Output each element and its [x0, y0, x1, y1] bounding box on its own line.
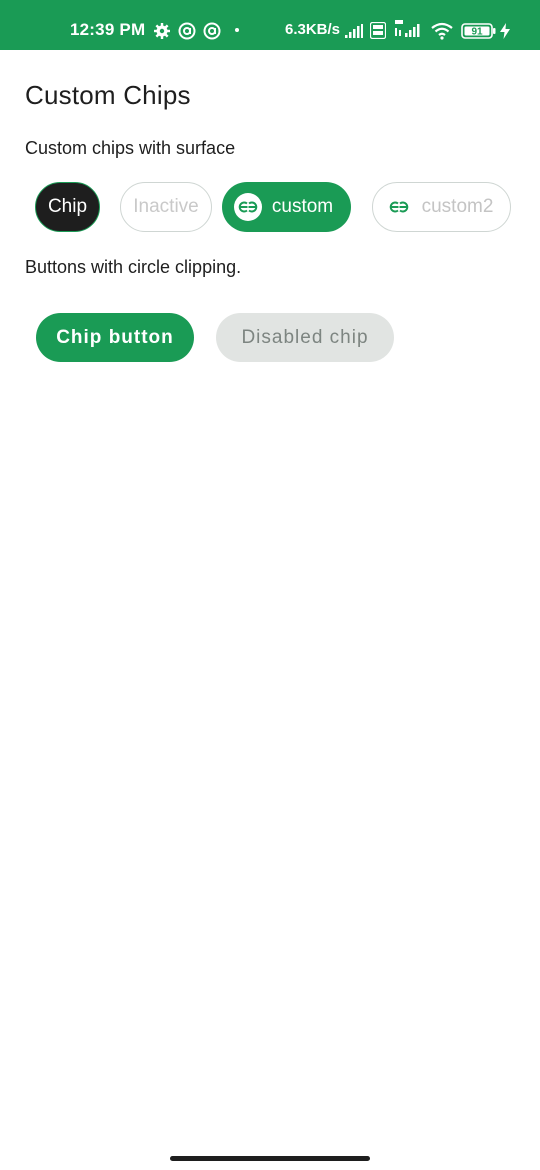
chip-inactive[interactable]: Inactive: [120, 182, 212, 232]
notification-dot-icon: [235, 28, 239, 32]
section-title-buttons: Buttons with circle clipping.: [25, 257, 242, 277]
at-sign-icon: [203, 22, 221, 40]
chip-label: Inactive: [133, 196, 199, 217]
home-indicator[interactable]: [170, 1156, 370, 1161]
section-title-chips: Custom chips with surface: [25, 138, 236, 158]
charging-icon: [500, 23, 510, 39]
chip-chip[interactable]: Chip: [35, 182, 100, 232]
battery-icon: 91: [461, 23, 496, 39]
volte-icon: [370, 22, 386, 39]
chip-custom[interactable]: custom: [222, 182, 351, 232]
wifi-icon: [431, 22, 453, 40]
at-sign-icon: [178, 22, 196, 40]
chip-label: Chip: [47, 196, 88, 217]
network-speed: 6.3KB/s: [285, 21, 341, 38]
disabled-chip-button: Disabled chip: [216, 313, 394, 362]
chip-label: custom: [271, 196, 334, 217]
4g-signal-icon: [395, 20, 420, 37]
status-time: 12:39 PM: [70, 20, 146, 39]
chip-label: custom2: [421, 196, 494, 217]
app-screen: 12:39 PM 6.3KB/s 91 Custom Chips Custom …: [0, 0, 540, 1170]
status-bar: 12:39 PM 6.3KB/s 91: [0, 0, 540, 50]
chip-custom2[interactable]: custom2: [372, 182, 511, 232]
chip-button[interactable]: Chip button: [36, 313, 194, 362]
signal-icon: [345, 24, 363, 38]
gfg-logo-icon: [233, 193, 262, 221]
gfg-logo-icon: [386, 200, 412, 214]
page-title: Custom Chips: [25, 80, 191, 110]
battery-level: 91: [471, 27, 483, 38]
settings-icon: [154, 23, 170, 39]
